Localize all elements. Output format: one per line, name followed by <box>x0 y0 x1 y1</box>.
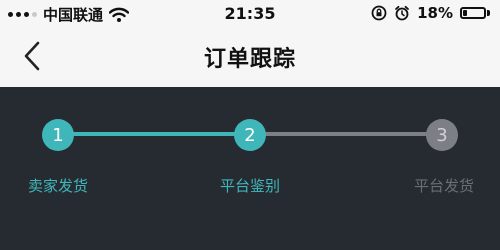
navigation-bar: 订单跟踪 <box>0 28 500 86</box>
step-1-circle: 1 <box>42 119 74 151</box>
progress-line-pending <box>250 132 442 136</box>
battery-percent: 18% <box>417 4 453 22</box>
status-right: 18% <box>371 4 490 22</box>
step-2-number: 2 <box>244 124 256 146</box>
tracking-progress-panel: 1 2 3 卖家发货 平台鉴别 平台发货 <box>0 87 500 250</box>
step-3-label: 平台发货 <box>414 177 475 195</box>
step-3-number: 3 <box>436 124 448 146</box>
battery-fill <box>463 10 467 16</box>
status-bar: 中国联通 21:35 18% <box>0 0 500 28</box>
lock-rotation-icon <box>371 5 387 21</box>
step-3-circle: 3 <box>426 119 458 151</box>
step-1-label: 卖家发货 <box>28 177 89 195</box>
battery-icon <box>460 7 486 19</box>
battery-cap <box>487 10 490 16</box>
page-title: 订单跟踪 <box>203 47 296 72</box>
alarm-clock-icon <box>395 5 409 21</box>
step-2-circle: 2 <box>234 119 266 151</box>
step-1-number: 1 <box>52 124 64 146</box>
progress-line-completed <box>58 132 250 136</box>
step-2-label: 平台鉴别 <box>220 177 281 195</box>
